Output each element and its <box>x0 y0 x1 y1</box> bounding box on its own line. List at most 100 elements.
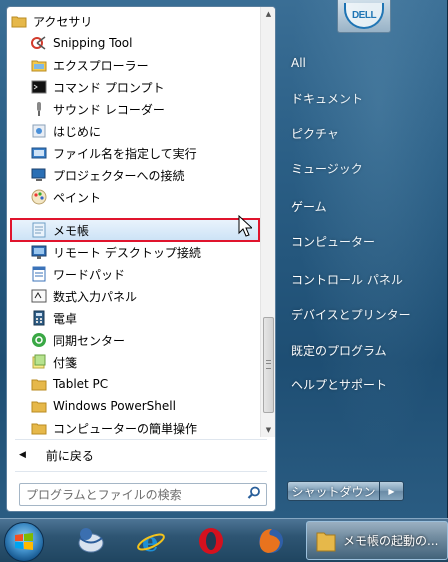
start-menu: アクセサリ Snipping Tool エクスプローラー コマンド プロンプト <box>0 0 448 518</box>
program-connect-projector[interactable]: プロジェクターへの接続 <box>7 164 259 186</box>
scroll-thumb[interactable] <box>263 317 274 413</box>
sync-center-icon <box>31 332 47 348</box>
microphone-icon <box>31 101 47 117</box>
program-folder-powershell[interactable]: Windows PowerShell <box>7 395 259 417</box>
right-item-music[interactable]: ミュージック <box>283 155 441 181</box>
snipping-tool-icon <box>31 35 47 51</box>
program-label: はじめに <box>53 124 102 139</box>
programs-panel: アクセサリ Snipping Tool エクスプローラー コマンド プロンプト <box>6 6 276 512</box>
program-label: ファイル名を指定して実行 <box>53 146 197 161</box>
program-label: コンピューターの簡単操作 <box>53 421 198 436</box>
search-placeholder: プログラムとファイルの検索 <box>26 488 182 502</box>
mouse-cursor-icon <box>238 215 252 237</box>
program-sync-center[interactable]: 同期センター <box>7 329 259 351</box>
opera-icon <box>199 528 223 554</box>
program-label: リモート デスクトップ接続 <box>53 245 201 260</box>
program-remote-desktop[interactable]: リモート デスクトップ接続 <box>7 241 259 263</box>
chevron-right-icon: ▶ <box>388 486 395 496</box>
search-divider <box>15 471 267 472</box>
back-arrow-icon: ◀ <box>19 450 26 460</box>
command-prompt-icon <box>31 79 47 95</box>
taskbar-internet-explorer[interactable]: e <box>130 522 172 560</box>
back-label: 前に戻る <box>45 448 94 463</box>
user-picture[interactable]: DELL <box>337 0 391 33</box>
program-label: Tablet PC <box>53 377 109 391</box>
dell-logo: DELL <box>344 3 384 29</box>
program-folder-ease-of-access[interactable]: コンピューターの簡単操作 <box>7 417 259 439</box>
program-paint[interactable]: ペイント <box>7 186 259 208</box>
folder-icon <box>11 13 27 29</box>
firefox-icon <box>259 529 283 553</box>
right-item-default-programs[interactable]: 既定のプログラム <box>283 337 441 363</box>
sticky-notes-icon <box>31 354 47 370</box>
thunderbird-icon <box>78 528 104 553</box>
program-label: 付箋 <box>53 355 78 370</box>
program-calculator[interactable]: 電卓 <box>7 307 259 329</box>
start-button[interactable] <box>4 522 44 562</box>
program-sticky-notes[interactable]: 付箋 <box>7 351 259 373</box>
taskbar-thunderbird[interactable] <box>70 522 112 560</box>
notepad-icon <box>31 222 47 238</box>
taskbar-opera[interactable] <box>190 522 232 560</box>
program-accessories[interactable]: アクセサリ <box>7 10 259 32</box>
taskbar-task-notepad-help[interactable]: メモ帳の起動の... <box>306 521 448 560</box>
program-snipping-tool[interactable]: Snipping Tool <box>7 32 259 54</box>
folder-icon <box>31 420 47 436</box>
right-item-help-support[interactable]: ヘルプとサポート <box>283 371 441 397</box>
program-label: コマンド プロンプト <box>53 80 165 95</box>
right-item-pictures[interactable]: ピクチャ <box>283 120 441 146</box>
right-item-devices-printers[interactable]: デバイスとプリンター <box>283 301 441 327</box>
scroll-up-arrow-icon[interactable]: ▲ <box>261 7 275 21</box>
program-sound-recorder[interactable]: サウンド レコーダー <box>7 98 259 120</box>
taskbar-firefox[interactable] <box>250 522 292 560</box>
wordpad-icon <box>31 266 47 282</box>
program-notepad[interactable]: メモ帳 <box>10 218 260 242</box>
right-item-documents[interactable]: ドキュメント <box>283 85 441 111</box>
program-label: Windows PowerShell <box>53 399 176 413</box>
program-label: ワードパッド <box>53 267 126 282</box>
list-divider <box>15 439 267 440</box>
program-label: 同期センター <box>53 333 126 348</box>
program-run[interactable]: ファイル名を指定して実行 <box>7 142 259 164</box>
program-folder-tablet-pc[interactable]: Tablet PC <box>7 373 259 395</box>
program-label: アクセサリ <box>33 14 93 29</box>
program-label: プロジェクターへの接続 <box>53 168 185 183</box>
svg-text:e: e <box>142 528 159 556</box>
program-explorer[interactable]: エクスプローラー <box>7 54 259 76</box>
program-label: Snipping Tool <box>53 36 133 50</box>
search-input[interactable]: プログラムとファイルの検索 <box>19 483 267 506</box>
program-wordpad[interactable]: ワードパッド <box>7 263 259 285</box>
program-label: 数式入力パネル <box>53 289 138 304</box>
right-item-computer[interactable]: コンピューター <box>283 228 441 254</box>
back-button[interactable]: ◀ 前に戻る <box>7 443 275 467</box>
right-item-control-panel[interactable]: コントロール パネル <box>283 266 441 292</box>
right-item-all[interactable]: All <box>283 50 441 76</box>
remote-desktop-icon <box>31 244 47 260</box>
program-label: エクスプローラー <box>53 58 149 73</box>
search-icon <box>247 486 261 503</box>
folder-icon <box>31 398 47 414</box>
program-label: サウンド レコーダー <box>53 102 165 117</box>
shutdown-button[interactable]: シャットダウン <box>287 481 380 501</box>
program-command-prompt[interactable]: コマンド プロンプト <box>7 76 259 98</box>
getting-started-icon <box>31 123 47 139</box>
scroll-down-arrow-icon[interactable]: ▼ <box>261 423 275 437</box>
paint-icon <box>31 189 47 205</box>
program-math-input-panel[interactable]: 数式入力パネル <box>7 285 259 307</box>
windows-logo-icon <box>15 533 33 550</box>
program-list-scrollbar[interactable]: ▲ ▼ <box>260 7 275 437</box>
program-label: メモ帳 <box>53 223 90 238</box>
internet-explorer-icon: e <box>137 528 165 556</box>
explorer-icon <box>31 57 47 73</box>
folder-icon <box>316 532 336 551</box>
right-item-games[interactable]: ゲーム <box>283 193 441 219</box>
run-icon <box>31 145 47 161</box>
calculator-icon <box>31 310 47 326</box>
folder-icon <box>31 376 47 392</box>
math-input-icon <box>31 288 47 304</box>
program-label: 電卓 <box>53 311 78 326</box>
taskbar-task-label: メモ帳の起動の... <box>343 534 439 548</box>
shutdown-options-button[interactable]: ▶ <box>380 481 404 501</box>
all-programs-list: アクセサリ Snipping Tool エクスプローラー コマンド プロンプト <box>7 7 260 439</box>
program-getting-started[interactable]: はじめに <box>7 120 259 142</box>
